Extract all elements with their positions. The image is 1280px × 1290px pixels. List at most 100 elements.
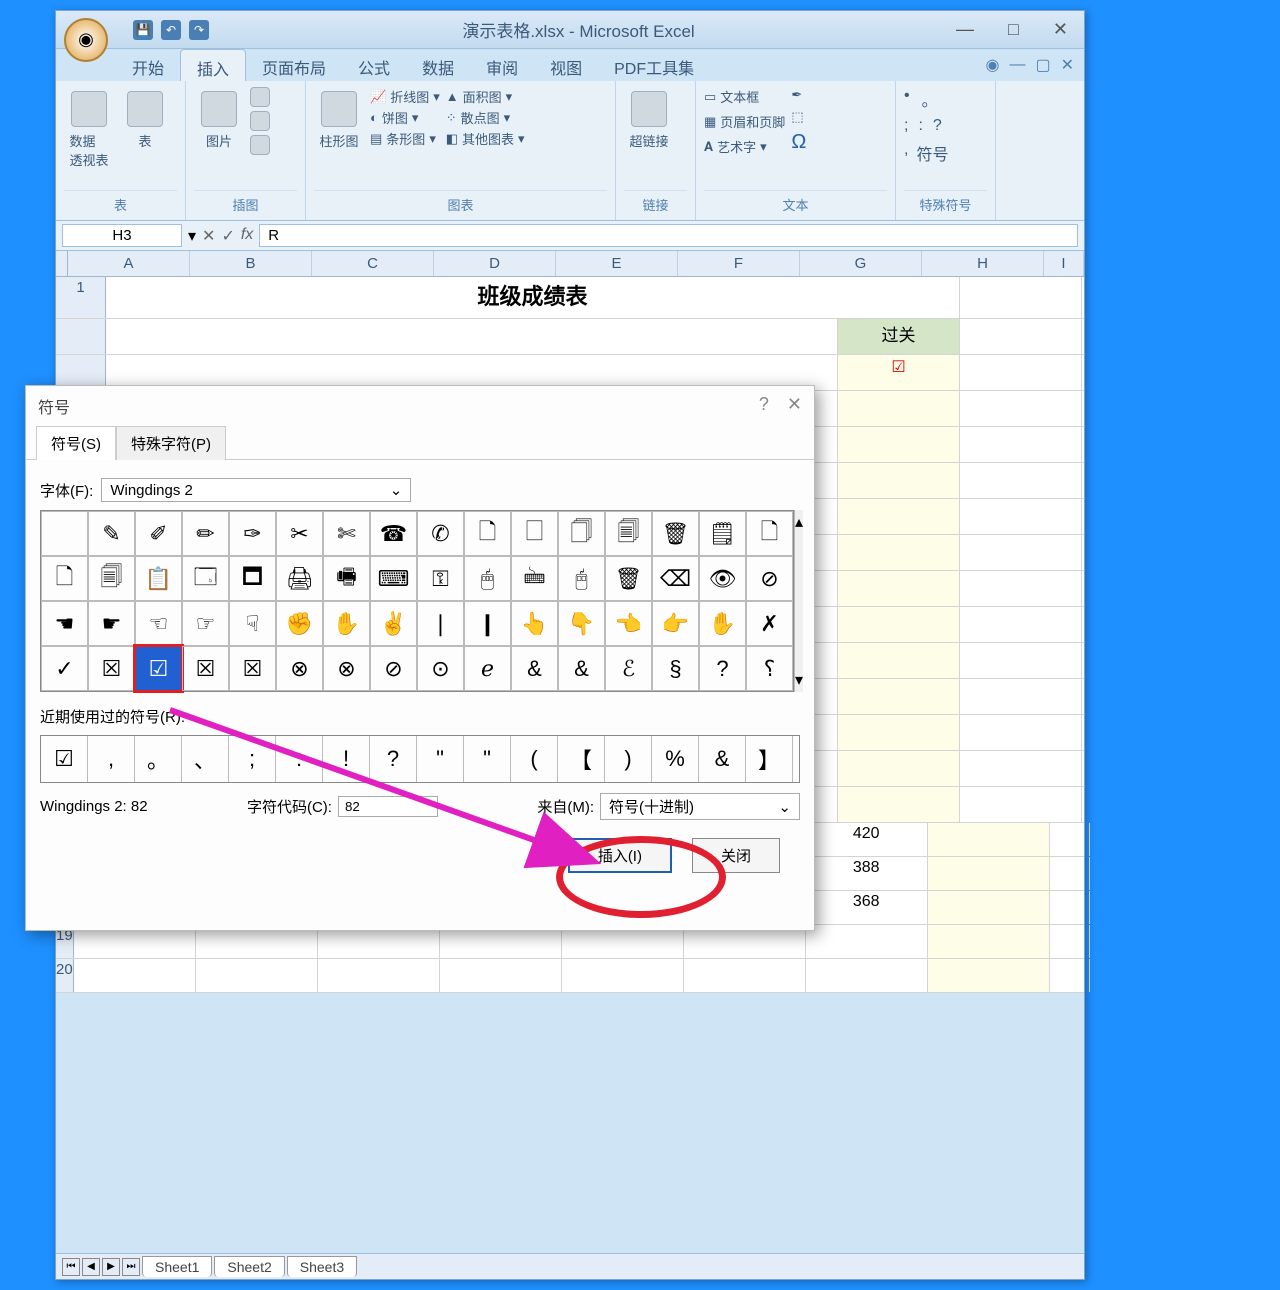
name-box-dropdown[interactable]: ▾ [188, 226, 196, 246]
textbox-button[interactable]: ▭ 文本框 [704, 87, 785, 106]
symbol-cell[interactable]: ☞ [182, 601, 229, 646]
symbol-cell[interactable]: ✂ [276, 511, 323, 556]
help-icon[interactable]: ◉ [986, 55, 1000, 75]
sheet-last-icon[interactable]: ⏭ [122, 1258, 140, 1276]
symbol-cell[interactable]: 🗋 [464, 511, 511, 556]
col-H[interactable]: H [922, 251, 1044, 276]
sheet-tab-2[interactable]: Sheet2 [214, 1256, 284, 1277]
hyperlink-button[interactable]: 超链接 [624, 87, 674, 154]
recent-symbol[interactable]: ? [370, 736, 417, 782]
symbol-cell[interactable]: 🗒 [699, 511, 746, 556]
tab-home[interactable]: 开始 [116, 49, 180, 81]
col-E[interactable]: E [556, 251, 678, 276]
sym-semi[interactable]: ; [904, 117, 908, 135]
sheet-tab-3[interactable]: Sheet3 [287, 1256, 357, 1277]
pie-chart-button[interactable]: ◐ 饼图 ▾ [370, 108, 440, 127]
symbol-cell[interactable]: ? [699, 646, 746, 691]
sheet-first-icon[interactable]: ⏮ [62, 1258, 80, 1276]
dialog-tab-special[interactable]: 特殊字符(P) [116, 426, 226, 460]
symbol-cell[interactable]: 🖨 [276, 556, 323, 601]
symbol-cell[interactable]: ⊘ [370, 646, 417, 691]
recent-symbol[interactable]: % [652, 736, 699, 782]
fx-icon[interactable]: fx [241, 226, 253, 246]
symbol-cell[interactable]: ✋ [699, 601, 746, 646]
tab-data[interactable]: 数据 [406, 49, 470, 81]
cell[interactable] [1050, 857, 1090, 890]
symbol-cell[interactable]: ✎ [88, 511, 135, 556]
name-box[interactable]: H3 [62, 224, 182, 247]
clipart-icon[interactable] [250, 87, 270, 107]
col-C[interactable]: C [312, 251, 434, 276]
symbol-cell[interactable] [41, 511, 88, 556]
symbol-cell[interactable]: 🗑 [652, 511, 699, 556]
symbol-cell[interactable]: ℰ [605, 646, 652, 691]
recent-symbol[interactable]: 。 [135, 736, 182, 782]
symbol-cell[interactable]: ☒ [229, 646, 276, 691]
symbol-cell[interactable]: § [652, 646, 699, 691]
object-icon[interactable]: ⬚ [791, 109, 806, 125]
symbol-cell[interactable]: ✏ [182, 511, 229, 556]
symbol-cell[interactable]: ℯ [464, 646, 511, 691]
cell[interactable]: 368 [806, 891, 928, 924]
symbol-cell[interactable]: ؟ [746, 646, 793, 691]
header-pass[interactable]: 过关 [838, 319, 960, 354]
insert-button[interactable]: 插入(I) [568, 838, 672, 873]
sym-comma[interactable]: , [904, 141, 908, 165]
dialog-close-icon[interactable]: ✕ [787, 394, 802, 418]
symbol-cell[interactable]: ☜ [135, 601, 182, 646]
header-footer-button[interactable]: ▦ 页眉和页脚 [704, 112, 785, 131]
symbol-cell[interactable]: 🗔 [182, 556, 229, 601]
doc-min-icon[interactable]: — [1009, 56, 1025, 74]
recent-symbol[interactable]: 】 [746, 736, 793, 782]
symbol-cell[interactable]: 🗋 [746, 511, 793, 556]
tab-pdf[interactable]: PDF工具集 [598, 49, 710, 81]
font-select[interactable]: Wingdings 2⌄ [101, 478, 411, 502]
recent-symbol[interactable]: & [699, 736, 746, 782]
recent-symbol[interactable]: ( [511, 736, 558, 782]
symbol-cell[interactable]: 🗌 [511, 511, 558, 556]
cell[interactable] [74, 959, 196, 992]
wordart-button[interactable]: 𝐀 艺术字 ▾ [704, 137, 785, 156]
from-select[interactable]: 符号(十进制)⌄ [600, 793, 800, 820]
office-button[interactable]: ◉ [64, 18, 108, 62]
sym-q[interactable]: ? [933, 117, 942, 135]
symbol-cell[interactable]: ✄ [323, 511, 370, 556]
cell[interactable] [928, 823, 1050, 856]
formula-input[interactable]: R [259, 224, 1078, 247]
sym-dot[interactable]: • [904, 87, 910, 111]
symbol-cell[interactable]: ☑ [135, 646, 182, 691]
cell[interactable]: 388 [806, 857, 928, 890]
cell[interactable] [440, 959, 562, 992]
cell[interactable] [318, 959, 440, 992]
symbol-cell[interactable]: ✊ [276, 601, 323, 646]
symbol-cell[interactable]: ✑ [229, 511, 276, 556]
symbol-cell[interactable]: 📋 [135, 556, 182, 601]
picture-button[interactable]: 图片 [194, 87, 244, 154]
close-button[interactable]: ✕ [1045, 17, 1076, 42]
symbol-cell[interactable]: ☒ [182, 646, 229, 691]
cell[interactable]: 420 [806, 823, 928, 856]
symbol-cell[interactable]: ⊗ [323, 646, 370, 691]
line-chart-button[interactable]: 📈 折线图 ▾ [370, 87, 440, 106]
close-button[interactable]: 关闭 [692, 838, 780, 873]
accept-formula-icon[interactable]: ✓ [221, 226, 234, 246]
symbol-cell[interactable]: ✋ [323, 601, 370, 646]
symbol-cell[interactable]: 🗐 [88, 556, 135, 601]
symbol-cell[interactable]: 👈 [605, 601, 652, 646]
cell[interactable] [806, 959, 928, 992]
cell[interactable] [196, 959, 318, 992]
cell[interactable] [928, 857, 1050, 890]
sym-colon[interactable]: : [918, 117, 922, 135]
cell[interactable] [1050, 823, 1090, 856]
col-B[interactable]: B [190, 251, 312, 276]
cell[interactable] [684, 959, 806, 992]
symbol-cell[interactable]: ✆ [417, 511, 464, 556]
symbol-cell[interactable]: ✗ [746, 601, 793, 646]
symbol-cell[interactable]: ☎ [370, 511, 417, 556]
symbol-cell[interactable]: 🖰 [558, 556, 605, 601]
col-G[interactable]: G [800, 251, 922, 276]
symbol-scrollbar[interactable]: ▴▾ [794, 510, 803, 692]
sheet-prev-icon[interactable]: ◀ [82, 1258, 100, 1276]
col-F[interactable]: F [678, 251, 800, 276]
symbol-cell[interactable]: 👉 [652, 601, 699, 646]
